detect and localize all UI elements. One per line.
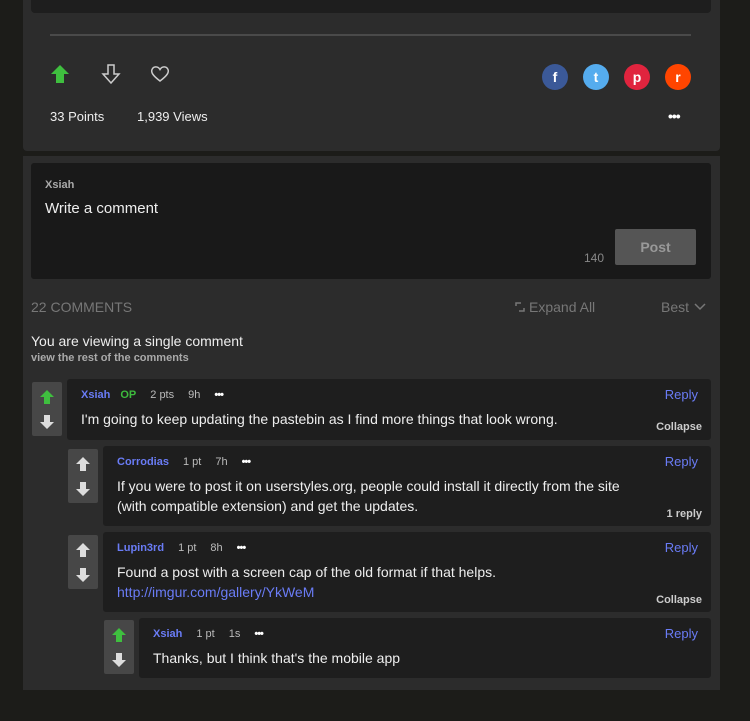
divider bbox=[50, 34, 691, 36]
comment-text: I'm going to keep updating the pastebin … bbox=[81, 411, 558, 427]
comment-time: 1s bbox=[228, 628, 241, 640]
collapse-button[interactable]: Collapse bbox=[656, 594, 702, 606]
heart-icon[interactable] bbox=[150, 65, 170, 83]
upvote-icon[interactable] bbox=[75, 456, 91, 472]
comment-more-button[interactable]: ••• bbox=[237, 542, 247, 554]
expand-icon bbox=[515, 302, 525, 312]
points-count: 33 Points bbox=[50, 109, 105, 124]
downvote-icon[interactable] bbox=[39, 414, 55, 430]
vote-box bbox=[104, 620, 134, 674]
comment-time: 7h bbox=[215, 456, 228, 468]
upvote-icon[interactable] bbox=[50, 64, 70, 84]
facebook-share-button[interactable]: f bbox=[542, 64, 568, 90]
comment-composer: Xsiah Write a comment 140 Post bbox=[31, 163, 711, 279]
comment-meta: Lupin3rd 1 pt 8h ••• bbox=[117, 542, 247, 554]
reply-button[interactable]: Reply bbox=[665, 387, 698, 402]
expand-all-button[interactable]: Expand All bbox=[515, 299, 595, 315]
view-all-comments-link[interactable]: view the rest of the comments bbox=[31, 352, 189, 364]
comment: Lupin3rd 1 pt 8h ••• Reply Found a post … bbox=[103, 532, 711, 612]
vote-box bbox=[32, 382, 62, 436]
comment-author[interactable]: Lupin3rd bbox=[117, 542, 164, 554]
reply-button[interactable]: Reply bbox=[665, 540, 698, 555]
reddit-share-button[interactable]: r bbox=[665, 64, 691, 90]
comment-meta: Xsiah 1 pt 1s ••• bbox=[153, 628, 264, 640]
downvote-icon[interactable] bbox=[75, 567, 91, 583]
upvote-icon[interactable] bbox=[39, 389, 55, 405]
comment-more-button[interactable]: ••• bbox=[214, 389, 224, 401]
comment-author[interactable]: Corrodias bbox=[117, 456, 169, 468]
composer-user: Xsiah bbox=[45, 179, 75, 191]
comment-link[interactable]: http://imgur.com/gallery/YkWeM bbox=[117, 582, 314, 602]
share-buttons: f t p r bbox=[542, 64, 691, 90]
downvote-icon[interactable] bbox=[111, 652, 127, 668]
comment-author[interactable]: Xsiah bbox=[153, 628, 182, 640]
comment-text: Found a post with a screen cap of the ol… bbox=[117, 564, 496, 580]
vote-box bbox=[68, 449, 98, 503]
char-count: 140 bbox=[584, 251, 605, 265]
sort-label: Best bbox=[661, 299, 690, 315]
comment-points: 2 pts bbox=[150, 389, 175, 401]
upvote-icon[interactable] bbox=[75, 542, 91, 558]
comment-text: Thanks, but I think that's the mobile ap… bbox=[153, 650, 401, 666]
post-image-card bbox=[31, 0, 711, 13]
downvote-icon[interactable] bbox=[101, 64, 121, 84]
post-button[interactable]: Post bbox=[615, 229, 696, 265]
comment: Xsiah OP 2 pts 9h ••• Reply I'm going to… bbox=[67, 379, 711, 440]
vote-box bbox=[68, 535, 98, 589]
comment: Xsiah 1 pt 1s ••• Reply Thanks, but I th… bbox=[139, 618, 711, 678]
pinterest-share-button[interactable]: p bbox=[624, 64, 650, 90]
comment-meta: Corrodias 1 pt 7h ••• bbox=[117, 456, 252, 468]
comment-time: 8h bbox=[210, 542, 223, 554]
replies-toggle[interactable]: 1 reply bbox=[667, 508, 702, 520]
comment-more-button[interactable]: ••• bbox=[254, 628, 264, 640]
comment-points: 1 pt bbox=[178, 542, 197, 554]
expand-all-label: Expand All bbox=[529, 299, 596, 315]
reply-button[interactable]: Reply bbox=[665, 626, 698, 641]
downvote-icon[interactable] bbox=[75, 481, 91, 497]
comment-points: 1 pt bbox=[196, 628, 215, 640]
twitter-share-button[interactable]: t bbox=[583, 64, 609, 90]
comment-input[interactable]: Write a comment bbox=[45, 200, 605, 217]
comment: Corrodias 1 pt 7h ••• Reply If you were … bbox=[103, 446, 711, 526]
reply-button[interactable]: Reply bbox=[665, 454, 698, 469]
single-comment-notice: You are viewing a single comment bbox=[31, 333, 243, 349]
upvote-icon[interactable] bbox=[111, 627, 127, 643]
chevron-down-icon bbox=[694, 303, 706, 311]
comment-points: 1 pt bbox=[182, 456, 202, 468]
comment-time: 9h bbox=[188, 389, 201, 401]
sort-dropdown[interactable]: Best bbox=[661, 299, 706, 315]
collapse-button[interactable]: Collapse bbox=[656, 421, 702, 433]
op-badge: OP bbox=[120, 389, 137, 401]
comments-count: 22 COMMENTS bbox=[31, 299, 133, 315]
views-count: 1,939 Views bbox=[137, 109, 208, 124]
comment-meta: Xsiah OP 2 pts 9h ••• bbox=[81, 389, 224, 401]
comment-text: If you were to post it on userstyles.org… bbox=[117, 478, 620, 514]
comment-author[interactable]: Xsiah bbox=[81, 389, 110, 401]
post-more-button[interactable]: ••• bbox=[668, 108, 681, 124]
comment-more-button[interactable]: ••• bbox=[242, 456, 252, 468]
